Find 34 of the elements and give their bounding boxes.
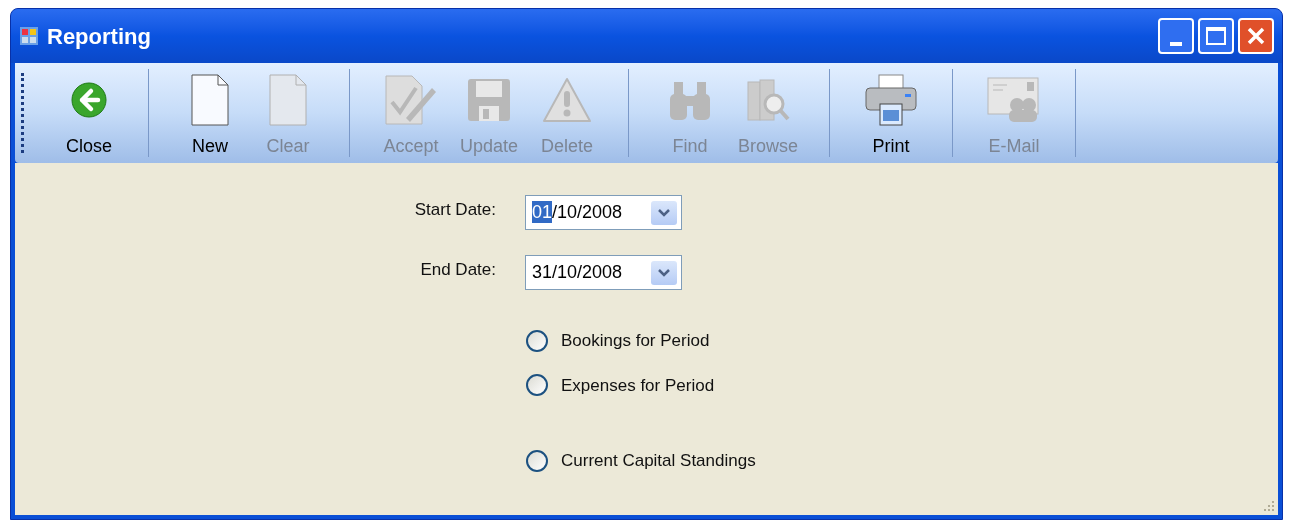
document-icon [191, 74, 229, 126]
grip-icon [21, 73, 24, 153]
radio-option[interactable]: Expenses for Period [526, 372, 1278, 398]
close-icon [1246, 26, 1266, 46]
chevron-down-icon [658, 208, 670, 217]
radio-button[interactable] [526, 329, 548, 352]
envelope-people-icon [987, 77, 1041, 123]
radio-option[interactable]: Bookings for Period [526, 328, 1278, 354]
document-check-pencil-icon [384, 74, 438, 126]
date-value: 31/10/2008 [532, 261, 623, 284]
warning-icon [542, 77, 592, 123]
toolbar-button[interactable]: Print [852, 69, 930, 157]
printer-icon [865, 74, 917, 126]
dropdown-button[interactable] [651, 260, 677, 285]
minimize-button[interactable] [1158, 18, 1194, 54]
field-label: Start Date: [413, 199, 496, 221]
minimize-icon [1170, 42, 1182, 46]
field-label: End Date: [419, 259, 496, 281]
close-button[interactable] [1238, 18, 1274, 54]
radio-option[interactable]: Current Capital Standings [526, 448, 1278, 474]
radio-button[interactable] [526, 374, 548, 397]
toolbar-button[interactable]: New [171, 69, 249, 157]
chevron-down-icon [658, 268, 670, 277]
date-picker[interactable]: 31/10/2008 [525, 255, 682, 290]
resize-grip-icon [1263, 500, 1275, 512]
document-icon [269, 74, 307, 126]
maximize-icon [1206, 27, 1226, 45]
books-magnifier-icon [746, 78, 790, 122]
radio-button[interactable] [526, 449, 548, 472]
maximize-button[interactable] [1198, 18, 1234, 54]
toolbar-button[interactable]: Close [50, 69, 128, 157]
dropdown-button[interactable] [651, 200, 677, 225]
app-icon [19, 26, 39, 46]
window-title: Reporting [47, 22, 151, 51]
